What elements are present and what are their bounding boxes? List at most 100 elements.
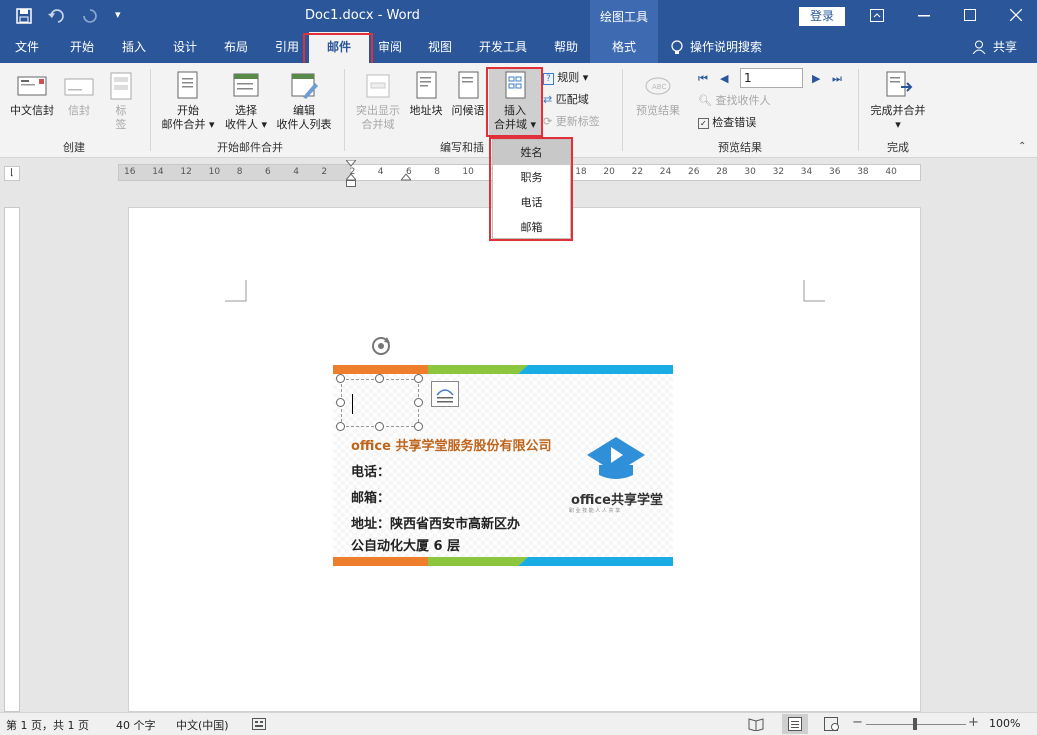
ruler-number: 2 [321,167,328,177]
print-layout-icon[interactable] [787,717,803,731]
match-fields-icon: ⇄ [543,93,553,106]
envelope-icon [17,76,47,96]
maximize-icon[interactable] [964,9,976,21]
edit-list-icon [291,73,318,99]
check-errors-button[interactable]: ✓ 检查错误 [698,114,756,132]
resize-handle[interactable] [414,374,423,383]
chinese-envelope-button[interactable]: 中文信封 [4,71,60,118]
tab-developer[interactable]: 开发工具 [473,32,533,63]
select-recipients-button[interactable]: 选择 收件人 ▾ [219,71,273,132]
dropdown-highlight [489,137,573,241]
collapse-ribbon-icon[interactable]: ⌃ [1018,141,1026,152]
login-button[interactable]: 登录 [799,7,845,26]
indent-marker-icon[interactable] [346,160,356,188]
match-fields-button[interactable]: ⇄ 匹配域 [543,91,589,109]
ruler-number: 22 [631,167,644,177]
envelope-button[interactable]: 信封 [62,71,96,118]
web-layout-icon[interactable] [824,717,840,731]
rules-icon: ? [543,73,554,85]
resize-handle[interactable] [336,398,345,407]
zoom-level[interactable]: 100% [989,717,1020,730]
prev-record-icon[interactable]: ◀ [720,72,728,85]
ruler-number: 38 [857,167,869,177]
redo-icon[interactable] [82,8,98,24]
ruler-number: 34 [800,167,813,177]
page-count[interactable]: 第 1 页，共 1 页 [6,717,89,733]
finish-merge-button[interactable]: 完成并合并 ▾ [864,71,932,132]
tab-insert[interactable]: 插入 [112,32,156,63]
first-record-icon[interactable]: ⏮ [698,72,708,86]
group-label-write-insert: 编写和插 [440,141,484,154]
status-bar: 第 1 页，共 1 页 40 个字 中文(中国) − + 100% [0,712,1037,735]
logo-subtitle: 职 业 技 能 人 人 共 享 [569,508,621,514]
tell-me-search[interactable]: 操作说明搜索 [690,32,780,63]
resize-handle[interactable] [414,422,423,431]
next-record-icon[interactable]: ▶ [812,72,820,85]
mailings-tab-highlight [303,33,373,65]
ruler-number: 6 [265,167,271,177]
labels-icon [110,72,132,100]
logo-icon [587,437,645,479]
ruler-number: 8 [236,167,243,177]
resize-handle[interactable] [414,398,423,407]
tab-layout[interactable]: 布局 [214,32,258,63]
ruler-number: 8 [434,167,440,177]
tab-format[interactable]: 格式 [600,32,648,63]
tab-view[interactable]: 视图 [418,32,462,63]
title-bar: ▾ Doc1.docx - Word 绘图工具 登录 [0,0,1037,32]
ruler-number: 32 [772,167,785,177]
tab-review[interactable]: 审阅 [368,32,412,63]
vertical-ruler[interactable] [4,207,20,712]
edit-recipient-list-button[interactable]: 编辑 收件人列表 [272,71,336,132]
greeting-line-button[interactable]: 问候语 [447,71,489,118]
resize-handle[interactable] [375,422,384,431]
address-block-button[interactable]: 地址块 [405,71,447,118]
minimize-icon[interactable] [918,15,930,17]
ruler-number: 28 [716,167,728,177]
language[interactable]: 中文(中国) [176,717,229,733]
tab-design[interactable]: 设计 [163,32,207,63]
layout-options-icon[interactable] [431,381,459,407]
close-icon[interactable] [1010,9,1022,21]
insert-merge-field-highlight [486,67,543,137]
preview-results-button[interactable]: ABC 预览结果 [630,71,686,118]
macro-icon[interactable] [252,718,266,730]
ruler-number: 30 [744,167,756,177]
word-count[interactable]: 40 个字 [116,717,156,733]
highlight-merge-fields-button[interactable]: 突出显示 合并域 [350,71,406,132]
tab-file[interactable]: 文件 [5,32,49,63]
read-mode-icon[interactable] [748,717,764,731]
card-company: office 共享学堂服务股份有限公司 [351,439,552,454]
start-mail-merge-button[interactable]: 开始 邮件合并 ▾ [156,71,220,132]
labels-button[interactable]: 标 签 [104,71,138,132]
last-record-icon[interactable]: ⏭ [832,72,842,86]
record-number-input[interactable]: 1 [740,68,803,88]
zoom-in-icon[interactable]: + [968,715,979,730]
resize-handle[interactable] [375,374,384,383]
rotate-handle-icon[interactable] [369,335,393,357]
customize-qat-icon[interactable]: ▾ [115,8,121,21]
share-button[interactable]: 共享 [989,32,1021,63]
zoom-slider-thumb[interactable] [913,718,917,730]
lightbulb-icon [671,40,683,54]
save-icon[interactable] [16,8,32,24]
undo-icon[interactable] [48,8,68,24]
logo-text: office共享学堂 [571,493,663,508]
ribbon-display-icon[interactable] [870,9,884,22]
recipients-icon [233,73,259,97]
zoom-out-icon[interactable]: − [852,715,863,730]
card-address-line1: 地址：陕西省西安市高新区办 [351,517,521,532]
find-recipient-button[interactable]: 🔍︎ 查找收件人 [698,92,770,110]
ruler-number: 14 [152,167,164,177]
update-labels-button[interactable]: ⟳ 更新标签 [543,113,600,131]
address-block-icon [416,71,437,99]
rules-button[interactable]: ? 规则 ▾ [543,69,588,87]
right-indent-marker-icon[interactable] [401,173,411,181]
tab-selector-icon[interactable]: ⌊ [4,166,20,181]
svg-text:ABC: ABC [652,83,666,91]
tab-help[interactable]: 帮助 [544,32,588,63]
ribbon-tabs: 文件 开始 插入 设计 布局 引用 邮件 审阅 视图 开发工具 帮助 格式 操作… [0,32,1037,63]
resize-handle[interactable] [336,374,345,383]
tab-home[interactable]: 开始 [59,32,105,63]
resize-handle[interactable] [336,422,345,431]
